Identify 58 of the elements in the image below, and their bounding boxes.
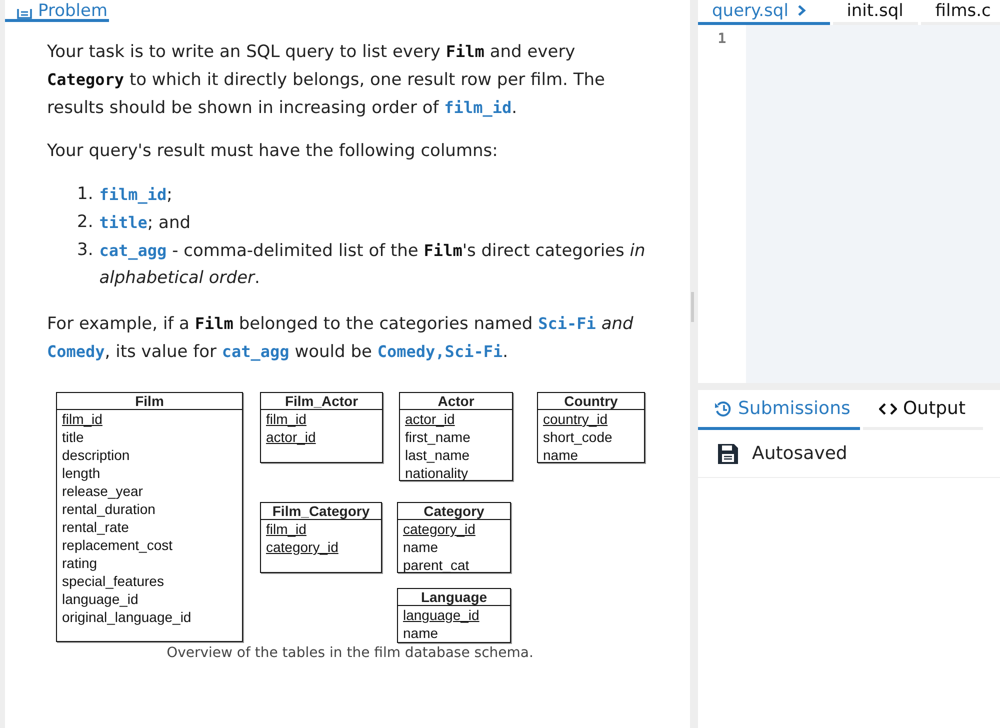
columns-intro: Your query's result must have the following columns: — [47, 140, 499, 163]
column-name: parent_cat — [403, 556, 470, 574]
column-name: last_name — [405, 446, 470, 464]
column-name: short_code — [543, 428, 612, 446]
code-editor[interactable]: 1 — [698, 25, 1000, 383]
chevron-icon — [798, 5, 806, 16]
column-name: length — [62, 464, 100, 482]
column-name: name — [543, 446, 578, 464]
column-name: actor_id — [266, 428, 316, 446]
column-name: category_id — [266, 538, 338, 556]
table-name: Actor — [400, 393, 512, 410]
file-tab[interactable]: init.sql — [832, 0, 918, 25]
column-name: nationality — [405, 464, 468, 482]
column-name: language_id — [403, 606, 480, 624]
document-icon — [17, 9, 32, 19]
column-name: name — [403, 624, 438, 642]
table-name: Category — [398, 503, 510, 520]
table-name: Film_Actor — [261, 393, 382, 410]
column-name: first_name — [405, 428, 470, 446]
column-name: actor_id — [405, 410, 455, 428]
example-paragraph: For example, if a Film belonged to the categories named Sci-Fi and Comedy, its value for cat_agg would be Comedy,Sci-Fi. — [47, 313, 634, 364]
table-name: Film — [57, 393, 242, 410]
table-name: Film_Category — [261, 503, 381, 520]
column-name: name — [403, 538, 438, 556]
column-name: country_id — [543, 410, 608, 428]
column-name: special_features — [62, 572, 164, 590]
task-paragraph: Your task is to write an SQL query to list every Film and every Category to which it directly belongs, one result row per film. The results should be shown in increasing order of film_id. — [47, 41, 606, 120]
column-name: replacement_cost — [62, 536, 173, 554]
column-name: rating — [62, 554, 98, 572]
file-tab[interactable]: films.c — [921, 0, 1000, 25]
column-name: description — [62, 446, 130, 464]
list-number: 3. — [77, 239, 94, 262]
column-name: category_id — [403, 520, 476, 538]
resize-handle[interactable] — [691, 292, 694, 322]
autosave-status: Autosaved — [752, 443, 848, 464]
table-name: Country — [538, 393, 644, 410]
code-icon — [879, 402, 897, 414]
column-description: cat_agg - comma-delimited list of the Film's direct categories in alphabetical order. — [99, 240, 646, 290]
column-name: rental_rate — [62, 518, 129, 536]
column-name: film_id — [62, 410, 102, 428]
history-icon — [714, 400, 732, 418]
list-number: 2. — [77, 211, 94, 234]
table-name: Language — [398, 589, 510, 606]
column-name: title — [62, 428, 84, 446]
column-description: title; and — [99, 212, 191, 235]
column-name: release_year — [62, 482, 143, 500]
line-number: 1 — [716, 31, 728, 47]
column-name: film_id — [266, 410, 306, 428]
problem-tab[interactable]: Problem — [5, 0, 109, 22]
column-description: film_id; — [99, 184, 172, 207]
column-name: language_id — [62, 590, 138, 608]
file-tab[interactable]: query.sql — [698, 0, 830, 25]
column-name: original_language_id — [62, 608, 192, 626]
list-number: 1. — [77, 183, 94, 206]
save-icon — [718, 444, 738, 464]
diagram-caption: Overview of the tables in the film database schema. — [166, 645, 534, 661]
column-name: rental_duration — [62, 500, 156, 518]
column-name: film_id — [266, 520, 306, 538]
